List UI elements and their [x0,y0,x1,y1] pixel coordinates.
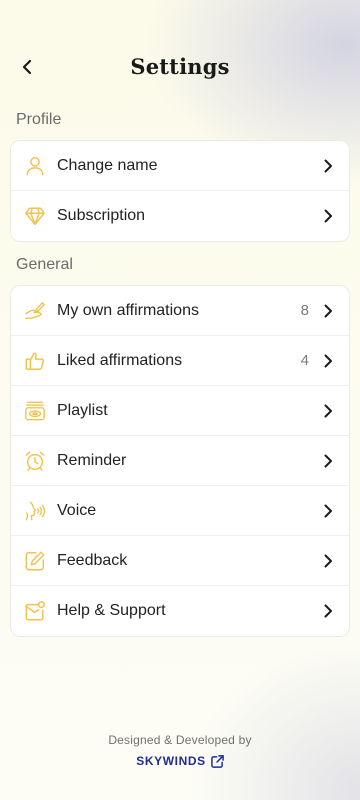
credit-text: Designed & Developed by [108,733,252,747]
chevron-right-icon [321,604,335,618]
row-feedback[interactable]: Feedback [11,536,349,586]
user-icon [24,155,46,177]
edit-icon [24,550,46,572]
row-label: Change name [57,156,158,174]
chevron-right-icon [321,504,335,518]
profile-card: Change name Subscription [10,140,350,242]
row-label: My own affirmations [57,301,199,319]
external-link-icon [210,754,224,768]
voice-icon [24,500,46,522]
header: Settings [0,44,360,92]
row-label: Voice [57,501,97,519]
row-change-name[interactable]: Change name [11,141,349,191]
mail-icon [24,600,46,622]
row-help-support[interactable]: Help & Support [11,586,349,636]
chevron-right-icon [321,354,335,368]
chevron-right-icon [321,404,335,418]
playlist-icon [24,400,46,422]
general-card: My own affirmations 8 Liked affirmations… [10,285,350,637]
chevron-right-icon [321,454,335,468]
row-my-own-affirmations[interactable]: My own affirmations 8 [11,286,349,336]
writing-hand-icon [24,300,46,322]
row-label: Help & Support [57,602,166,619]
chevron-right-icon [321,209,335,223]
row-label: Subscription [57,207,146,224]
row-playlist[interactable]: Playlist [11,386,349,436]
row-liked-affirmations[interactable]: Liked affirmations 4 [11,336,349,386]
page-title: Settings [130,54,230,79]
diamond-icon [24,205,46,227]
row-subscription[interactable]: Subscription [11,191,349,241]
chevron-right-icon [321,159,335,173]
brand-name: SKYWINDS [136,754,206,768]
section-label-profile: Profile [16,111,62,128]
row-voice[interactable]: Voice [11,486,349,536]
footer: Designed & Developed by SKYWINDS [0,733,360,770]
section-label-general: General [16,256,73,273]
row-reminder[interactable]: Reminder [11,436,349,486]
thumbs-up-icon [24,350,46,372]
settings-screen: Settings Profile Change name Subscriptio… [0,0,360,800]
chevron-right-icon [321,304,335,318]
row-label: Playlist [57,401,108,419]
row-label: Feedback [57,551,128,569]
row-label: Liked affirmations [57,351,183,369]
count-badge: 8 [300,302,309,319]
brand-link[interactable]: SKYWINDS [136,754,224,768]
count-badge: 4 [300,352,309,369]
row-label: Reminder [57,451,127,469]
alarm-clock-icon [24,450,46,472]
chevron-right-icon [321,554,335,568]
